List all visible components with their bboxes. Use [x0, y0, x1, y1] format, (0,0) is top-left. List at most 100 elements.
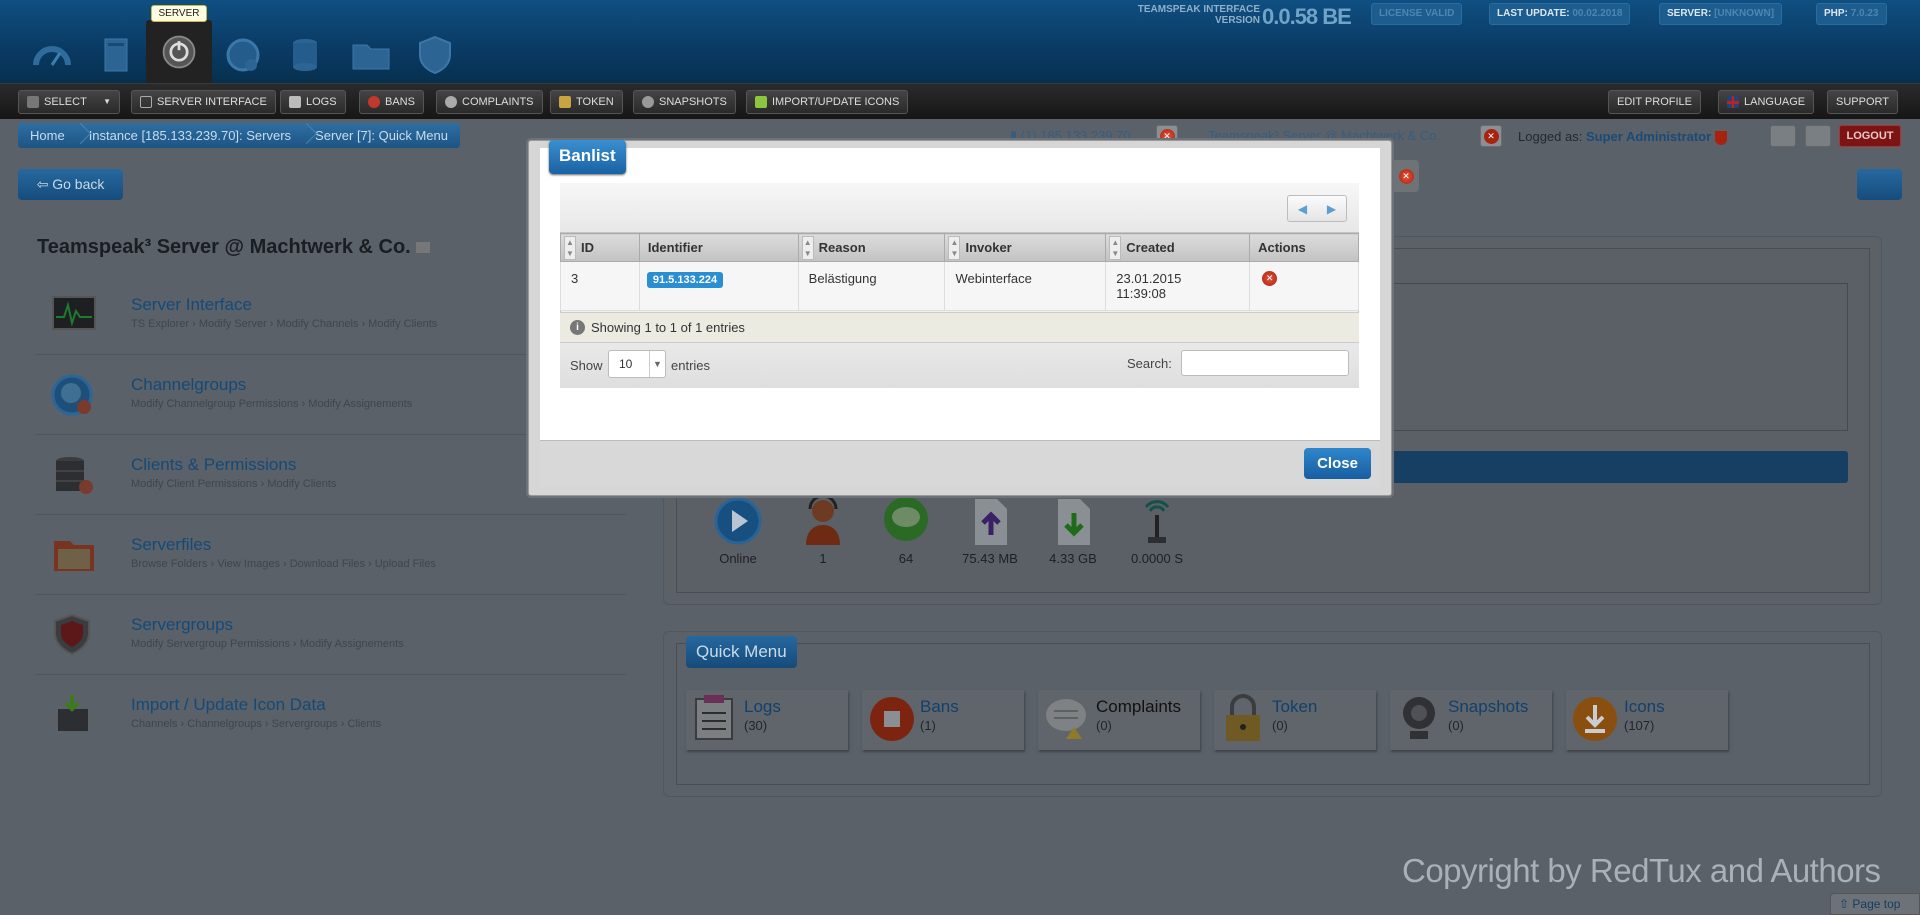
close-button[interactable]: Close [1304, 448, 1371, 479]
stat-download: 4.33 GB [1033, 495, 1113, 566]
cell-created: 23.01.2015 11:39:08 [1105, 261, 1251, 311]
table-row: 3 91.5.133.224 Belästigung Webinterface … [560, 261, 1359, 311]
copyright: Copyright by RedTux and Authors [1402, 852, 1881, 889]
stat-channels: 64 [866, 495, 946, 566]
quick-token[interactable]: Token (0) [1214, 690, 1376, 750]
next-page-icon[interactable]: ▶ [1327, 202, 1336, 216]
quick-snapshots[interactable]: Snapshots (0) [1390, 690, 1552, 750]
sort-icon: ▲ ▼ [1109, 236, 1122, 260]
breadcrumb-instance[interactable]: Instance [185.133.239.70]: Servers [77, 123, 303, 148]
server-status-badge: SERVER: [UNKNOWN] [1659, 3, 1783, 25]
menu-token[interactable]: TOKEN [550, 90, 623, 114]
sort-icon: ▲ ▼ [564, 236, 576, 260]
client-icon[interactable] [218, 30, 268, 80]
version-number: 0.0.58 BE [1262, 4, 1352, 29]
edit-profile-button[interactable]: EDIT PROFILE [1608, 90, 1701, 114]
sort-icon: ▲ ▼ [948, 236, 961, 260]
lock-icon [559, 96, 571, 108]
dialog-footer [540, 440, 1380, 487]
channelgroups-icon [50, 373, 98, 417]
folder-icon [50, 533, 98, 577]
chat-icon [881, 495, 931, 547]
php-version-badge: PHP: 7.0.23 [1816, 3, 1887, 25]
instance-icon[interactable] [90, 30, 140, 80]
go-back-button[interactable]: ⇦ Go back [18, 169, 123, 200]
quick-bans[interactable]: Bans (1) [862, 690, 1024, 750]
quick-icons[interactable]: Icons (107) [1566, 690, 1728, 750]
quick-logs[interactable]: Logs (30) [686, 690, 848, 750]
cell-reason: Belästigung [797, 261, 946, 311]
breadcrumb-home[interactable]: Home [18, 123, 77, 148]
chevron-down-icon: ▼ [649, 351, 665, 377]
nav-serverfiles[interactable]: Serverfiles Browse Folders › View Images… [36, 515, 626, 595]
column-header-reason[interactable]: ▲ ▼ Reason [797, 233, 946, 262]
last-update-badge: LAST UPDATE: 00.02.2018 [1489, 3, 1631, 25]
menu-complaints[interactable]: COMPLAINTS [436, 90, 543, 114]
license-badge: LICENSE VALID [1371, 3, 1463, 25]
column-header-created[interactable]: ▲ ▼ Created [1105, 233, 1251, 262]
menu-logs[interactable]: LOGS [280, 90, 346, 114]
download-icon [1572, 693, 1618, 743]
checkbox-icon[interactable] [416, 242, 431, 254]
nav-servergroups[interactable]: Servergroups Modify Servergroup Permissi… [36, 595, 626, 675]
stat-status: Online [698, 495, 778, 566]
refresh-button[interactable] [1857, 169, 1902, 200]
server-tooltip: SERVER [151, 5, 207, 22]
webcam-icon [642, 96, 654, 108]
logged-as: Logged as: Super Administrator [1518, 129, 1727, 145]
dashboard-icon[interactable] [27, 30, 77, 80]
language-button[interactable]: LANGUAGE [1718, 90, 1815, 114]
cell-actions: ✕ [1249, 261, 1359, 311]
support-button[interactable]: SUPPORT [1827, 90, 1898, 114]
shield-icon[interactable] [410, 30, 460, 80]
antenna-icon [1132, 495, 1182, 547]
column-header-id[interactable]: ▲ ▼ ID [560, 233, 640, 262]
table-info: i Showing 1 to 1 of 1 entries [560, 312, 1359, 343]
page-length-select[interactable]: 10 ▼ [608, 350, 666, 378]
search-input[interactable] [1181, 350, 1349, 376]
entries-label: entries [671, 358, 711, 373]
menu-server-interface[interactable]: SERVER INTERFACE [131, 90, 276, 114]
logs-icon [289, 96, 301, 108]
uk-flag-icon [1727, 96, 1739, 108]
cloud-icon[interactable] [1805, 125, 1831, 147]
folder-icon[interactable] [346, 30, 396, 80]
identifier-badge[interactable]: 91.5.133.224 [646, 272, 724, 288]
menu-bar: SELECT ▼ SERVER INTERFACE LOGS BANS COMPL… [0, 83, 1920, 119]
upload-icon [965, 495, 1015, 547]
show-label: Show [570, 358, 603, 373]
database-icon [50, 453, 98, 497]
shield-icon [50, 613, 98, 657]
monitor-icon [50, 293, 98, 337]
top-header: SERVER TEAMSPEAK INTERFACE VERSION 0.0.5… [0, 0, 1920, 84]
close-server-icon[interactable]: ✕ [1480, 125, 1502, 147]
chevron-down-icon: ▼ [103, 97, 111, 106]
sort-icon: ▲ ▼ [801, 236, 814, 260]
nav-import-icons[interactable]: Import / Update Icon Data Channels › Cha… [36, 675, 626, 755]
search-label: Search: [1127, 356, 1172, 371]
dialog-title: Banlist [549, 140, 626, 174]
user-icon [798, 494, 848, 547]
previous-page-icon[interactable]: ◀ [1298, 202, 1307, 216]
quick-complaints[interactable]: Complaints (0) [1038, 690, 1200, 750]
quick-menu-title: Quick Menu [686, 636, 797, 668]
server-tab[interactable] [146, 20, 212, 84]
column-header-identifier[interactable]: Identifier [638, 233, 799, 262]
database-icon[interactable] [282, 30, 332, 80]
page-top-button[interactable]: ⇧ Page top [1830, 893, 1920, 915]
ban-icon [868, 693, 914, 743]
webcam-icon [1396, 693, 1442, 743]
menu-snapshots[interactable]: SNAPSHOTS [633, 90, 736, 114]
select-dropdown[interactable]: SELECT ▼ [18, 90, 120, 114]
ban-icon [368, 96, 380, 108]
column-header-invoker[interactable]: ▲ ▼ Invoker [944, 233, 1107, 262]
mail-icon[interactable] [1770, 125, 1796, 147]
menu-bans[interactable]: BANS [359, 90, 424, 114]
logout-button[interactable]: LOGOUT [1839, 125, 1901, 147]
complaint-icon [1044, 693, 1090, 743]
stat-ping: 0.0000 S [1117, 495, 1197, 566]
table-toolbar [560, 183, 1359, 233]
menu-import-icons[interactable]: IMPORT/UPDATE ICONS [746, 90, 909, 114]
delete-ban-icon[interactable]: ✕ [1262, 271, 1278, 286]
breadcrumb-server[interactable]: Server [7]: Quick Menu [303, 123, 460, 148]
